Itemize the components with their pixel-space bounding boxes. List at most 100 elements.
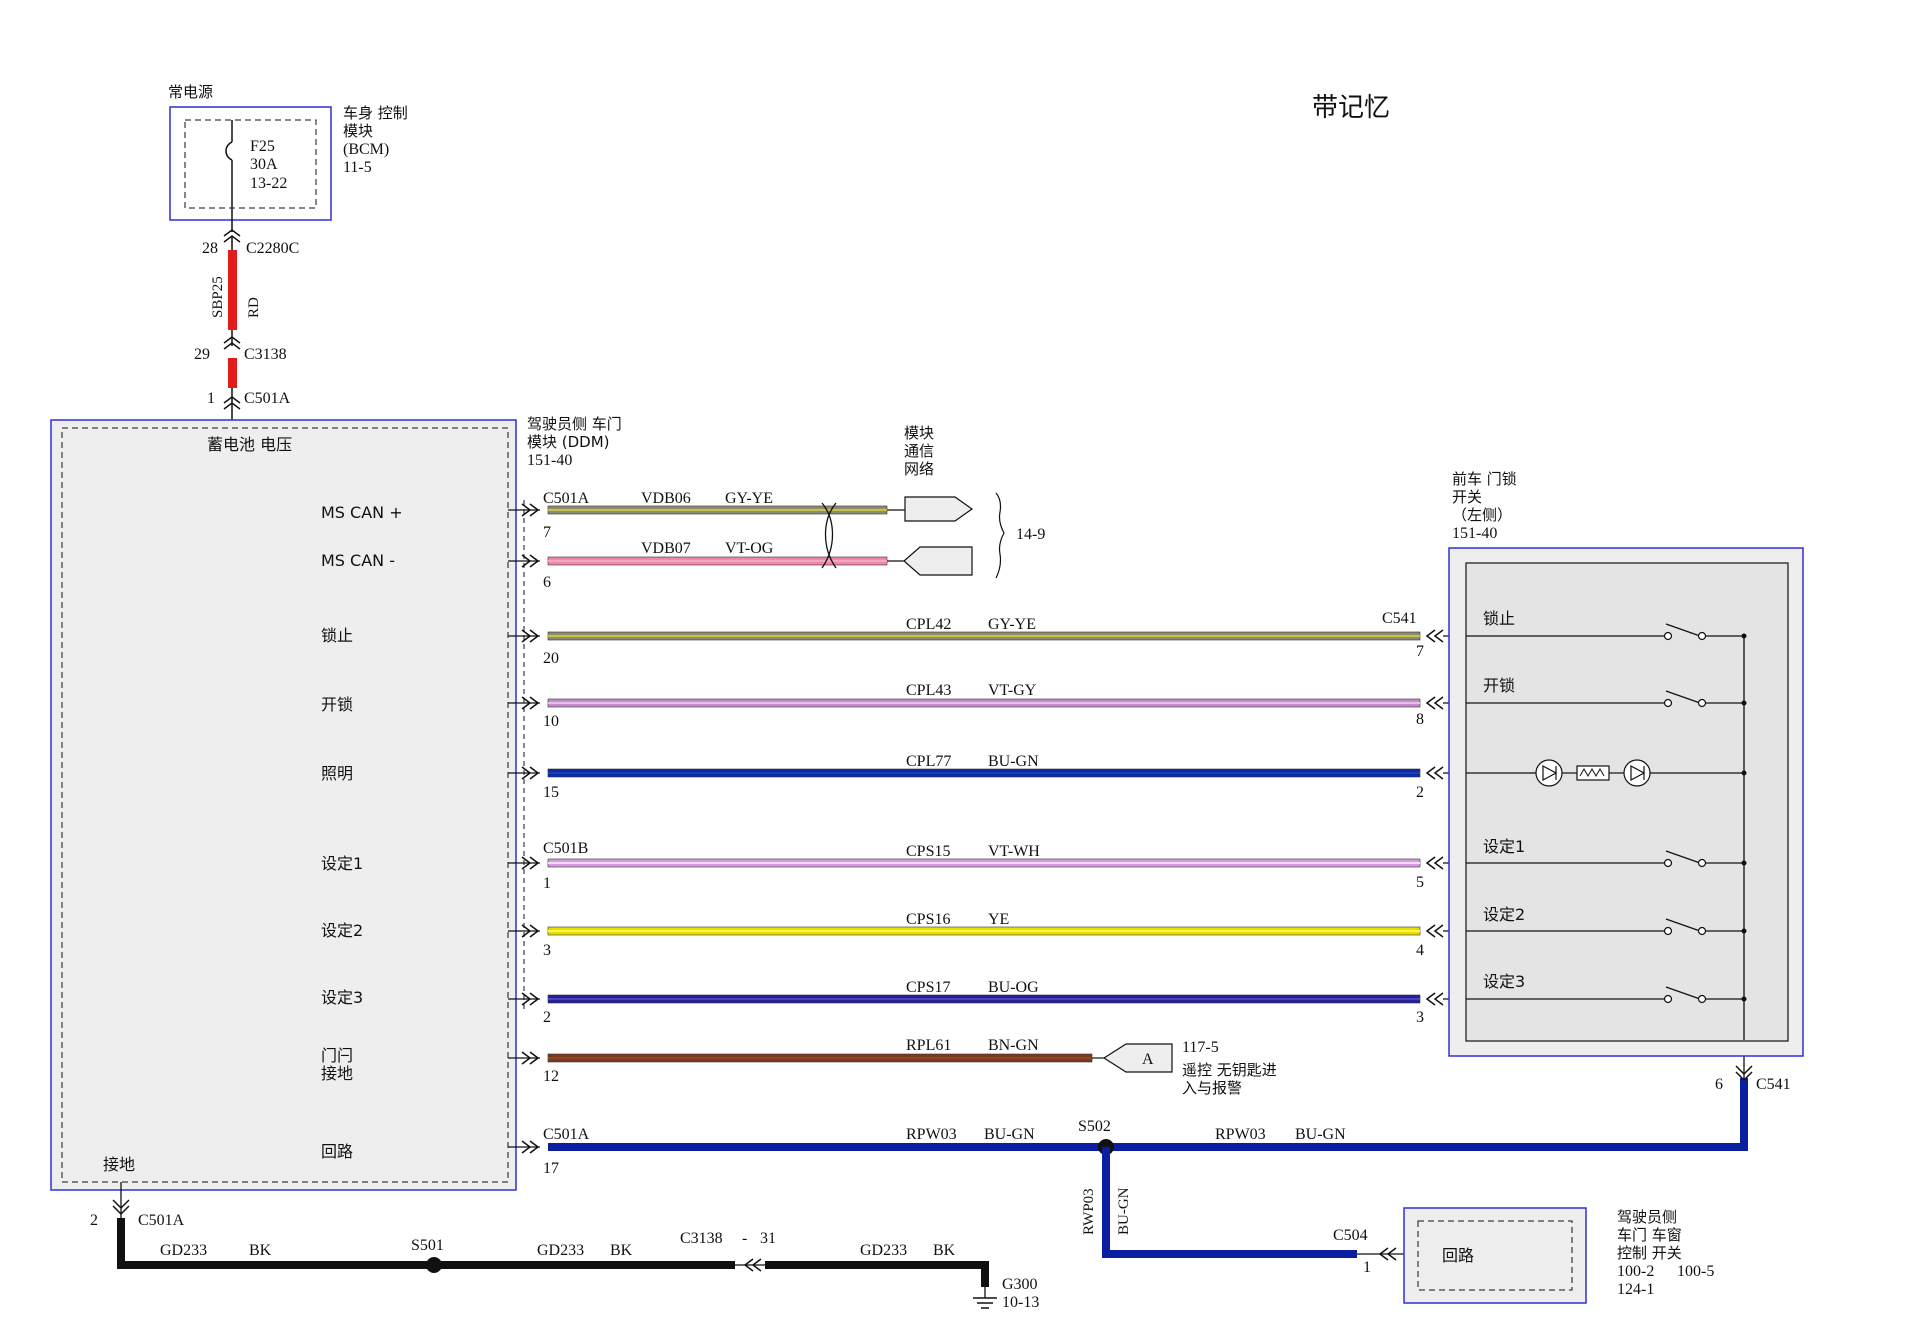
pin-28: 28: [202, 240, 218, 257]
ground-pin-2: 2: [90, 1212, 98, 1229]
wire-cps16: CPS16: [906, 911, 950, 928]
wire-rwp03-line: [1102, 1147, 1110, 1258]
pin-label-ms-can-plus: MS CAN +: [321, 503, 403, 522]
bcm-name-2: 模块: [343, 122, 373, 140]
network-brace-icon: [995, 492, 1005, 579]
network-ref: 14-9: [1016, 526, 1045, 543]
switch-pin-7: 7: [1416, 643, 1424, 660]
fuse-ref: 13-22: [250, 175, 287, 192]
latch-ref: 117-5: [1182, 1039, 1219, 1056]
wire-rpl61: RPL61: [906, 1037, 951, 1054]
lock-switch-name-1: 前车 门锁: [1452, 470, 1517, 488]
network-connector-plus: [904, 496, 974, 522]
diagram-title: 带记忆: [1312, 93, 1390, 123]
wire-rpw03-riser: [1740, 1078, 1748, 1151]
switch-pin-4: 4: [1416, 942, 1424, 959]
pin-1: 1: [207, 390, 215, 407]
wire-rpw03-left: RPW03: [906, 1126, 957, 1143]
pin-label-illumination: 照明: [321, 764, 353, 783]
pin-label-unlock: 开锁: [321, 695, 353, 714]
pin-29: 29: [194, 346, 210, 363]
ddm-pin-3: 3: [543, 942, 551, 959]
wire-cps16-color: YE: [988, 911, 1009, 928]
conn-c501b: C501B: [543, 840, 588, 857]
window-switch-name-3: 控制 开关: [1617, 1244, 1682, 1262]
switch-contact-0: [1663, 631, 1673, 641]
network-line-1: 模块: [904, 424, 934, 442]
ddm-name-1: 驾驶员侧 车门: [527, 415, 622, 433]
ddm-pin-10: 10: [543, 713, 559, 730]
bcm-name-1: 车身 控制: [343, 104, 408, 122]
switch-pin-2: 2: [1416, 784, 1424, 801]
ground-inline-dash: -: [742, 1230, 747, 1247]
window-switch-name-1: 驾驶员侧: [1617, 1208, 1677, 1226]
lock-switch-inner-box: [1465, 562, 1789, 1042]
conn-c504: C504: [1333, 1227, 1368, 1244]
switch-label-memory-2: 设定2: [1483, 905, 1525, 924]
wire-rpl61-color: BN-GN: [988, 1037, 1039, 1054]
ddm-pin-15: 15: [543, 784, 559, 801]
wire-sbp25: [228, 250, 237, 330]
wire-rwp03-color: BU-GN: [1116, 1187, 1132, 1235]
wire-gd233-line-2: [765, 1261, 985, 1269]
switch-contact-3: [1663, 926, 1673, 936]
ddm-name-2: 模块 (DDM): [527, 433, 610, 451]
bcm-name-3: (BCM): [343, 141, 389, 158]
conn-c3138: C3138: [244, 346, 287, 363]
ddm-pin-17: 17: [543, 1160, 559, 1177]
pin-label-latch-ground-1: 门闩: [321, 1046, 353, 1065]
switch-label-memory-3: 设定3: [1483, 972, 1525, 991]
switch-out-pin-6: 6: [1715, 1076, 1723, 1093]
latch-tag: A: [1142, 1051, 1154, 1068]
wire-rpw03-line: [548, 1143, 1748, 1151]
wire-gd233-1-color: BK: [249, 1242, 272, 1259]
ddm-pin-6: 6: [543, 574, 551, 591]
ddm-box: [50, 419, 517, 1191]
window-switch-name-2: 车门 车窗: [1617, 1226, 1682, 1244]
wire-vdb07-line: [547, 556, 888, 566]
pin-label-memory-1: 设定1: [321, 854, 363, 873]
ground-inline-pin: 31: [760, 1230, 776, 1247]
switch-label-unlock: 开锁: [1483, 676, 1515, 695]
lock-switch-ref: 151-40: [1452, 525, 1497, 542]
wire-cps16-line: [547, 926, 1421, 936]
wire-cps15: CPS15: [906, 843, 950, 860]
wire-cpl43-line: [547, 698, 1421, 708]
wire-cps15-line: [547, 858, 1421, 868]
wire-vdb06: VDB06: [641, 490, 691, 507]
switch-label-lock: 锁止: [1483, 609, 1515, 628]
wire-name-sbp25: SBP25: [210, 276, 226, 318]
wire-cps17: CPS17: [906, 979, 950, 996]
fuse-rating: 30A: [250, 156, 278, 173]
window-switch-box: [1403, 1207, 1587, 1304]
ground-g300-ref: 10-13: [1002, 1294, 1039, 1311]
wire-cpl43: CPL43: [906, 682, 951, 699]
splice-s502: S502: [1078, 1118, 1111, 1135]
network-line-3: 网络: [904, 460, 934, 478]
switch-contact-4: [1663, 994, 1673, 1004]
network-connector-minus: [903, 546, 973, 576]
ddm-pin-1: 1: [543, 875, 551, 892]
pin-label-memory-3: 设定3: [321, 988, 363, 1007]
wire-rpw03-right: RPW03: [1215, 1126, 1266, 1143]
ddm-ground-label: 接地: [103, 1155, 135, 1174]
ground-inline-conn: C3138: [680, 1230, 723, 1247]
conn-c501a-top: C501A: [244, 390, 291, 407]
wire-color-rd: RD: [246, 297, 262, 318]
switch-pin-3: 3: [1416, 1009, 1424, 1026]
wire-rwp03: RWP03: [1081, 1188, 1097, 1235]
wire-vdb07-color: VT-OG: [725, 540, 774, 557]
wire-cpl77-line: [547, 768, 1421, 778]
pin-label-memory-2: 设定2: [321, 921, 363, 940]
wire-cpl42: CPL42: [906, 616, 951, 633]
window-switch-ref-1: 100-2: [1617, 1263, 1654, 1280]
wire-cps15-color: VT-WH: [988, 843, 1040, 860]
latch-desc-1: 遥控 无钥匙进: [1182, 1061, 1277, 1079]
pin-label-latch-ground-2: 接地: [321, 1064, 353, 1083]
wire-gd233-2-color: BK: [610, 1242, 633, 1259]
ddm-ref: 151-40: [527, 452, 572, 469]
switch-contact-2: [1663, 858, 1673, 868]
window-switch-ref-3: 124-1: [1617, 1281, 1654, 1298]
pin-label-return: 回路: [321, 1142, 353, 1161]
lock-switch-name-3: （左侧）: [1452, 506, 1512, 524]
